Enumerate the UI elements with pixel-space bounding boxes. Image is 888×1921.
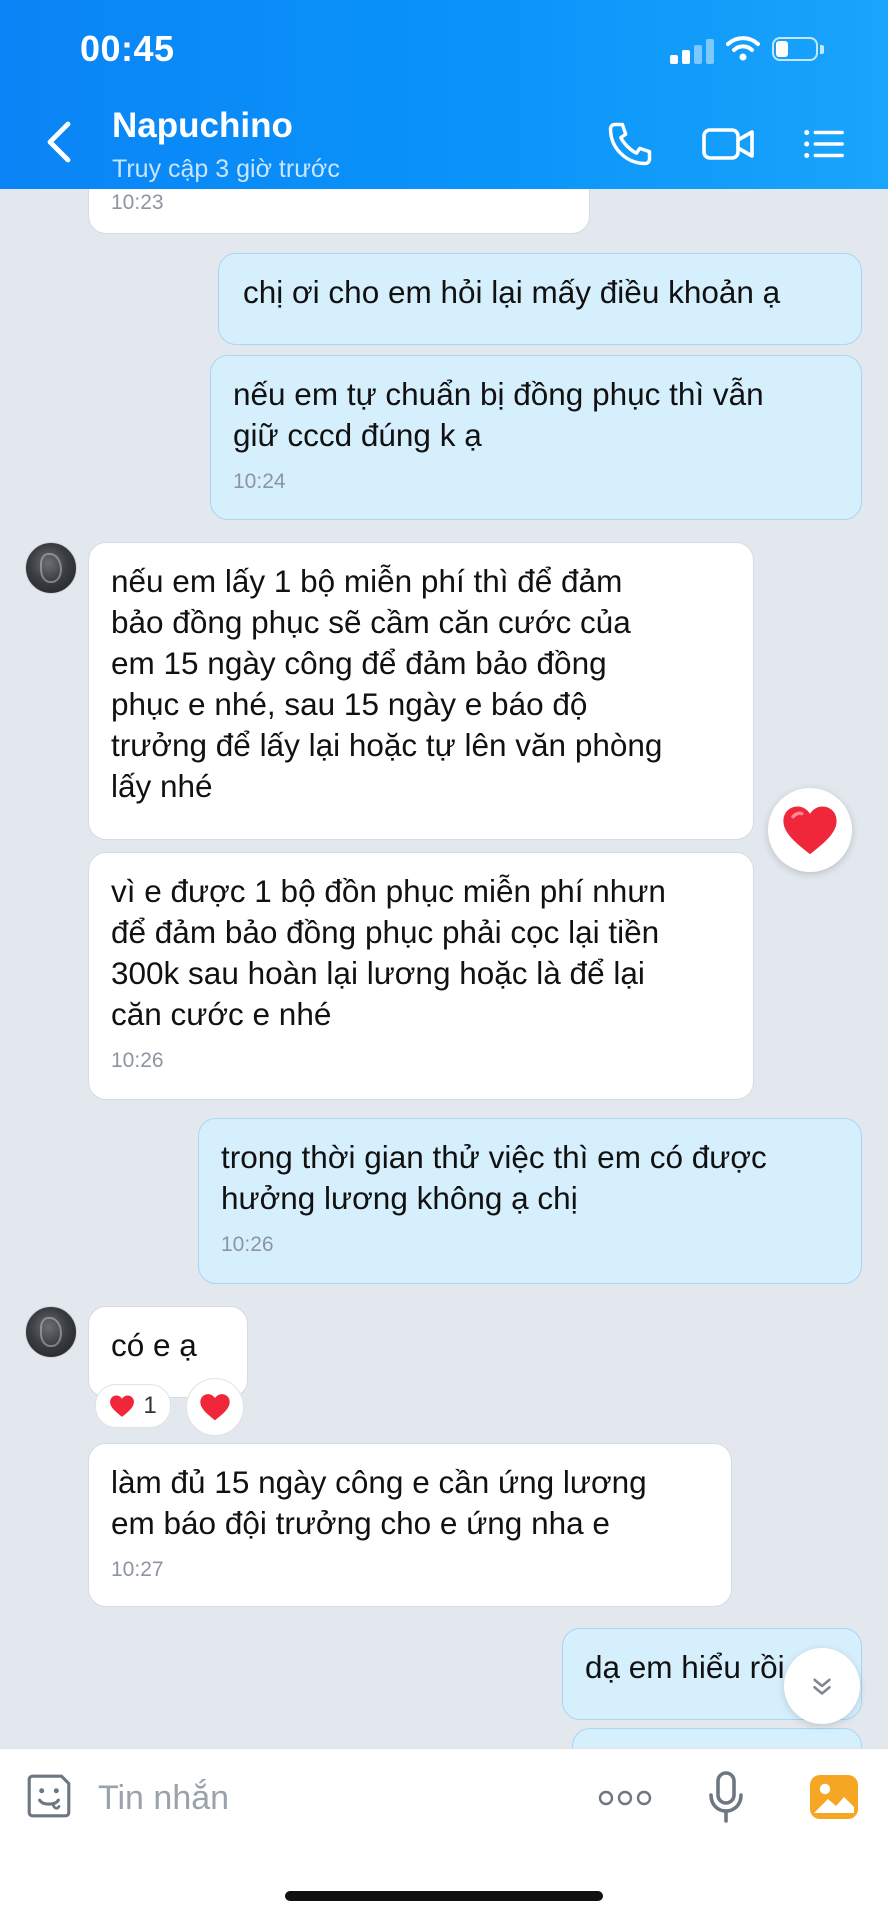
message-text: nếu em lấy 1 bộ miễn phí thì để đảm bảo … xyxy=(111,563,663,804)
heart-icon xyxy=(200,1394,230,1421)
menu-icon xyxy=(804,130,844,158)
message-text: vì e được 1 bộ đồn phục miễn phí nhưn để… xyxy=(111,873,666,1032)
home-indicator xyxy=(285,1891,603,1901)
more-icon xyxy=(598,1790,652,1806)
more-options-button[interactable] xyxy=(596,1783,654,1813)
message-bubble-incoming[interactable]: làm đủ 15 ngày công e cần ứng lương em b… xyxy=(88,1443,732,1607)
voice-call-button[interactable] xyxy=(604,118,662,170)
message-text: có e ạ xyxy=(111,1327,197,1363)
message-text: trong thời gian thử việc thì em có được … xyxy=(221,1139,767,1216)
sticker-icon xyxy=(27,1774,71,1818)
photo-button[interactable] xyxy=(808,1773,860,1821)
battery-icon xyxy=(772,37,824,63)
chat-header: 00:45 Napuchino Truy cập 3 giờ trước xyxy=(0,0,888,189)
phone-icon xyxy=(608,122,652,166)
voice-message-button[interactable] xyxy=(706,1769,746,1825)
message-text: nếu em tự chuẩn bị đồng phục thì vẫn giữ… xyxy=(233,376,764,453)
message-text: làm đủ 15 ngày công e cần ứng lương em b… xyxy=(111,1464,647,1541)
back-icon xyxy=(47,121,71,163)
reaction-count-badge[interactable]: 1 xyxy=(95,1384,171,1428)
back-button[interactable] xyxy=(40,118,80,166)
mic-icon xyxy=(709,1771,743,1823)
chevron-down-icon xyxy=(813,1678,831,1695)
video-call-button[interactable] xyxy=(700,118,758,170)
message-bubble-incoming[interactable]: nếu em lấy 1 bộ miễn phí thì để đảm bảo … xyxy=(88,542,754,840)
heart-icon xyxy=(783,806,837,855)
cellular-signal-icon xyxy=(670,38,714,64)
message-time: 10:23 xyxy=(111,191,164,214)
contact-name[interactable]: Napuchino xyxy=(112,106,293,146)
message-time: 10:24 xyxy=(233,470,286,493)
message-input[interactable] xyxy=(96,1769,570,1827)
chat-options-button[interactable] xyxy=(800,118,858,170)
message-bubble-incoming[interactable]: vì e được 1 bộ đồn phục miễn phí nhưn để… xyxy=(88,852,754,1100)
avatar[interactable] xyxy=(25,542,77,594)
last-seen-status: Truy cập 3 giờ trước xyxy=(112,155,340,183)
message-time: 10:27 xyxy=(111,1558,164,1581)
message-time: 10:26 xyxy=(111,1049,164,1072)
reaction-button[interactable] xyxy=(768,788,852,872)
video-icon xyxy=(702,128,754,160)
reaction-count: 1 xyxy=(143,1392,157,1419)
reaction-button[interactable] xyxy=(186,1378,244,1436)
heart-icon xyxy=(110,1395,135,1417)
message-bubble-outgoing[interactable]: trong thời gian thử việc thì em có được … xyxy=(198,1118,862,1284)
wifi-icon xyxy=(726,36,760,61)
status-bar-time: 00:45 xyxy=(80,28,175,69)
message-bubble-outgoing[interactable]: chị ơi cho em hỏi lại mấy điều khoản ạ xyxy=(218,253,862,345)
message-bubble-outgoing[interactable]: nếu em tự chuẩn bị đồng phục thì vẫn giữ… xyxy=(210,355,862,520)
scroll-to-bottom-button[interactable] xyxy=(784,1648,860,1724)
photo-icon xyxy=(810,1775,858,1819)
avatar[interactable] xyxy=(25,1306,77,1358)
message-text: chị ơi cho em hỏi lại mấy điều khoản ạ xyxy=(243,274,781,310)
sticker-button[interactable] xyxy=(24,1771,74,1821)
message-composer xyxy=(0,1748,888,1921)
message-time: 10:26 xyxy=(221,1233,274,1256)
